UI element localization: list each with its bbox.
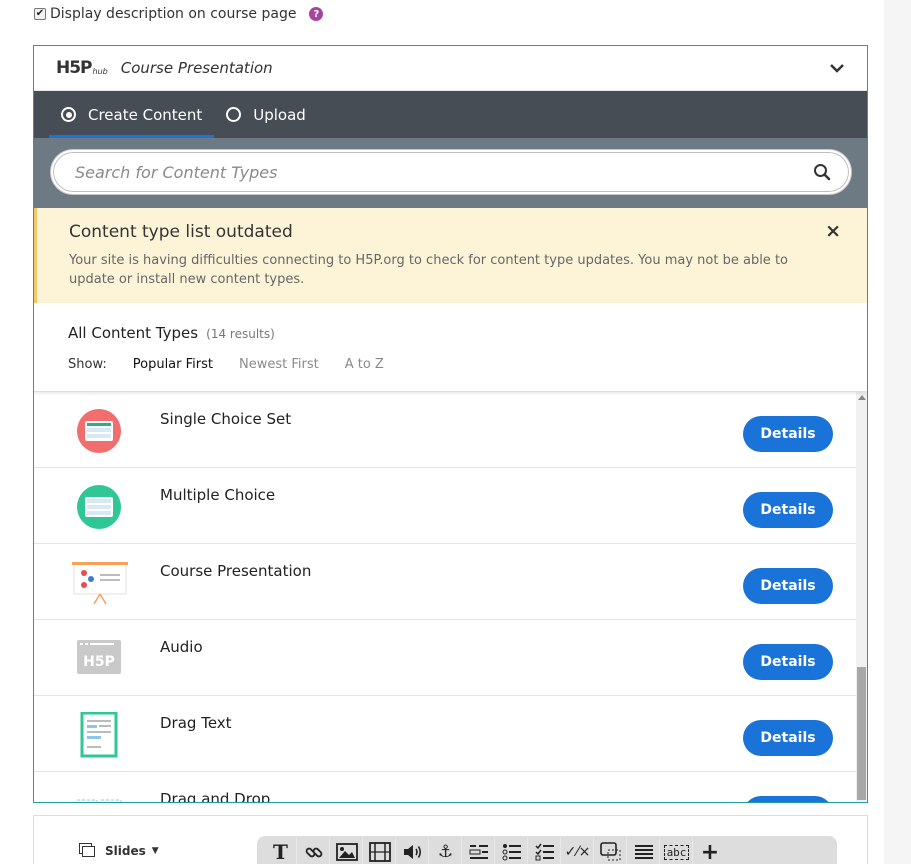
multiple-choice-icon[interactable] [529,837,561,864]
video-icon[interactable] [364,837,396,864]
display-description-setting: ✔ Display description on course page ? [34,4,324,24]
sort-a-to-z[interactable]: A to Z [345,357,384,372]
fill-blanks-icon[interactable] [463,837,495,864]
details-button[interactable]: Details [743,416,833,452]
tab-label: Upload [253,105,306,124]
link-icon[interactable] [298,837,330,864]
content-type-name: Course Presentation [160,562,312,580]
tab-create-content[interactable]: Create Content [49,91,215,138]
details-button[interactable]: Details [743,492,833,528]
image-icon[interactable] [331,837,363,864]
content-types-header: All Content Types (14 results) Show: Pop… [34,303,867,392]
list-item[interactable]: Single Choice Set Details [34,392,856,468]
audio-icon[interactable] [397,837,429,864]
search-icon[interactable] [813,163,831,181]
list-item[interactable]: Drag Text Details [34,696,856,772]
show-label: Show: [68,357,107,372]
radio-selected-icon [61,107,76,122]
svg-text:H5P: H5P [83,654,115,670]
single-choice-set-icon [77,409,121,453]
course-presentation-icon [72,562,128,605]
list-item[interactable]: Multiple Choice Details [34,468,856,544]
close-icon[interactable]: × [825,220,841,242]
content-type-name: Multiple Choice [160,486,276,504]
tab-upload[interactable]: Upload [214,91,318,138]
details-button[interactable]: Details [743,644,833,680]
hub-selected-title: Course Presentation [120,59,273,77]
search-box [51,150,851,194]
sort-row: Show: Popular First Newest First A to Z [68,357,867,372]
slides-menu-button[interactable]: Slides ▼ [82,844,159,858]
outdated-warning: Content type list outdated Your site is … [34,208,867,303]
presentation-editor: Slides ▼ T ⚓ ✓⁄× abc + [33,815,868,864]
search-input[interactable] [75,162,813,182]
caret-down-icon: ▼ [151,846,159,856]
radio-unselected-icon [226,107,242,122]
warning-text: Your site is having difficulties connect… [69,253,788,287]
search-band [34,138,867,208]
add-icon[interactable]: + [694,837,726,864]
drag-drop-icon[interactable] [595,837,627,864]
single-choice-icon[interactable] [496,837,528,864]
details-button[interactable]: Details [743,796,833,802]
tab-label: Create Content [88,105,203,124]
text-icon[interactable]: T [265,837,297,864]
editor-toolbar: T ⚓ ✓⁄× abc + [257,836,837,864]
content-type-list[interactable]: Single Choice Set Details Multiple Choic… [34,392,867,803]
summary-icon[interactable] [628,837,660,864]
warning-title: Content type list outdated [69,222,293,242]
sort-popular-first[interactable]: Popular First [133,357,213,372]
true-false-icon[interactable]: ✓⁄× [562,837,594,864]
display-description-label: Display description on course page [50,6,297,22]
chevron-down-icon[interactable] [829,60,845,76]
list-item[interactable]: Drag and Drop Details [34,772,856,803]
display-description-checkbox[interactable]: ✔ [34,8,46,20]
multiple-choice-icon [77,485,121,529]
slides-label: Slides [105,844,146,858]
details-button[interactable]: Details [743,720,833,756]
content-type-name: Audio [160,638,203,656]
h5p-hub-logo: H5Phub [56,58,108,78]
drag-text-icon [80,712,118,758]
h5p-hub: H5Phub Course Presentation Create Conten… [33,45,868,803]
sort-newest-first[interactable]: Newest First [239,357,319,372]
list-item[interactable]: Course Presentation Details [34,544,856,620]
content-type-name: Drag and Drop [160,790,271,803]
anchor-icon[interactable]: ⚓ [430,837,462,864]
scrollbar-thumb[interactable] [857,667,866,800]
drag-and-drop-icon [76,799,122,802]
hub-tab-bar: Create Content Upload [34,91,867,138]
help-icon[interactable]: ? [309,7,324,21]
details-button[interactable]: Details [743,568,833,604]
list-title: All Content Types [68,324,199,342]
content-type-name: Single Choice Set [160,410,292,428]
drag-text-icon[interactable]: abc [661,837,693,864]
scroll-up-arrow-icon[interactable] [858,395,866,400]
hub-header[interactable]: H5Phub Course Presentation [34,46,867,91]
result-count: (14 results) [206,327,275,341]
list-item[interactable]: H5P Audio Details [34,620,856,696]
slides-icon [82,845,95,857]
page-side-panel [884,0,911,864]
content-type-name: Drag Text [160,714,232,732]
list-scrollbar[interactable] [856,392,867,802]
audio-icon: H5P [77,640,121,674]
